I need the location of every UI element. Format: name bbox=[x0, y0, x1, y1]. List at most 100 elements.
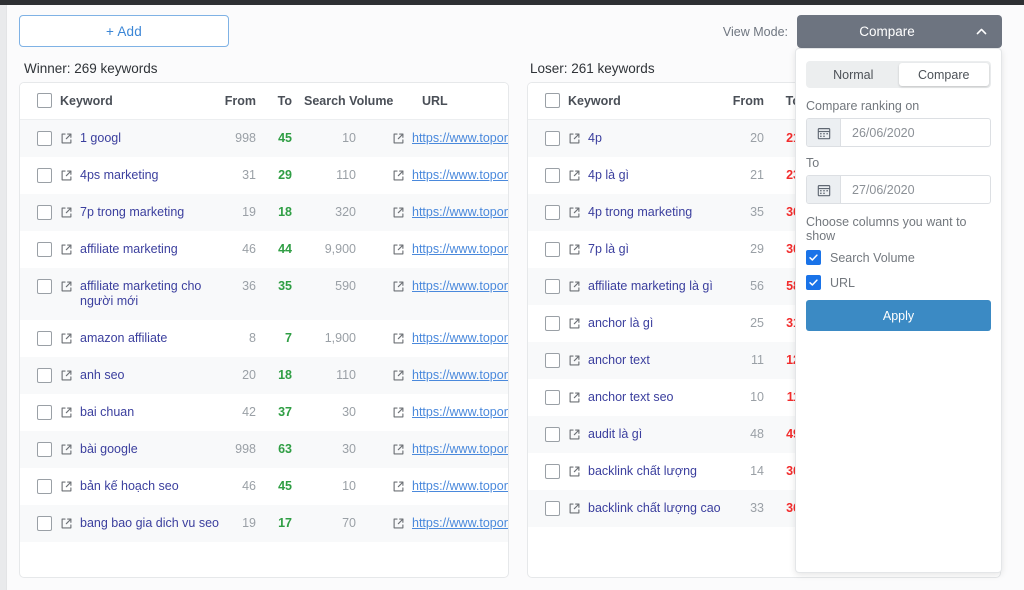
winner-row-checkbox[interactable] bbox=[37, 479, 52, 494]
table-row[interactable]: amazon affiliate871,900https://www.topon… bbox=[20, 320, 509, 357]
loser-row-checkbox[interactable] bbox=[545, 390, 560, 405]
winner-row-checkbox[interactable] bbox=[37, 368, 52, 383]
winner-row-checkbox[interactable] bbox=[37, 516, 52, 531]
winner-row-checkbox[interactable] bbox=[37, 168, 52, 183]
view-mode-dropdown-button[interactable]: Compare bbox=[797, 15, 1002, 48]
keyword-link[interactable]: 1 googl bbox=[80, 131, 121, 146]
winner-col-url[interactable]: URL bbox=[392, 83, 509, 120]
table-row[interactable]: bai chuan423730https://www.toponseek bbox=[20, 394, 509, 431]
to-rank-cell: 17 bbox=[262, 505, 296, 542]
url-link[interactable]: https://www.toponseek bbox=[412, 331, 509, 346]
row-select-cell bbox=[20, 431, 60, 468]
loser-row-checkbox[interactable] bbox=[545, 464, 560, 479]
winner-row-checkbox[interactable] bbox=[37, 131, 52, 146]
winner-col-to[interactable]: To bbox=[262, 83, 296, 120]
keyword-link[interactable]: affiliate marketing bbox=[80, 242, 178, 257]
keyword-link[interactable]: bang bao gia dich vu seo bbox=[80, 516, 219, 531]
winner-col-search-volume[interactable]: Search Volume bbox=[296, 83, 392, 120]
keyword-link[interactable]: anchor text bbox=[588, 353, 650, 368]
winner-row-checkbox[interactable] bbox=[37, 205, 52, 220]
from-rank-cell: 42 bbox=[220, 394, 262, 431]
winner-row-checkbox[interactable] bbox=[37, 331, 52, 346]
winner-select-all-cell bbox=[20, 83, 60, 120]
keyword-link[interactable]: bai chuan bbox=[80, 405, 134, 420]
app-root: + Add View Mode: Compare Winner: 269 key… bbox=[0, 0, 1024, 590]
from-rank-cell: 25 bbox=[728, 305, 770, 342]
compare-from-date-value: 26/06/2020 bbox=[841, 119, 990, 146]
keyword-link[interactable]: anchor là gì bbox=[588, 316, 653, 331]
keyword-link[interactable]: amazon affiliate bbox=[80, 331, 167, 346]
url-checkbox[interactable] bbox=[806, 275, 821, 290]
row-select-cell bbox=[528, 453, 568, 490]
keyword-link[interactable]: affiliate marketing cho người mới bbox=[80, 279, 220, 309]
keyword-link[interactable]: audit là gì bbox=[588, 427, 642, 442]
keyword-link[interactable]: bản kế hoạch seo bbox=[80, 479, 179, 494]
keyword-link[interactable]: 4p trong marketing bbox=[588, 205, 692, 220]
compare-from-date-field[interactable]: 26/06/2020 bbox=[806, 118, 991, 147]
table-row[interactable]: 4ps marketing3129110https://www.toponsee… bbox=[20, 157, 509, 194]
table-row[interactable]: bài google9986330https://www.toponseek bbox=[20, 431, 509, 468]
url-link[interactable]: https://www.toponseek bbox=[412, 442, 509, 457]
winner-row-checkbox[interactable] bbox=[37, 405, 52, 420]
table-row[interactable]: affiliate marketing cho người mới3635590… bbox=[20, 268, 509, 320]
search-volume-checkbox[interactable] bbox=[806, 250, 821, 265]
keyword-link[interactable]: anchor text seo bbox=[588, 390, 673, 405]
loser-row-checkbox[interactable] bbox=[545, 168, 560, 183]
winner-row-checkbox[interactable] bbox=[37, 442, 52, 457]
loser-select-all-checkbox[interactable] bbox=[545, 93, 560, 108]
url-link[interactable]: https://www.toponseek bbox=[412, 168, 509, 183]
table-row[interactable]: bản kế hoạch seo464510https://www.topons… bbox=[20, 468, 509, 505]
keyword-link[interactable]: 4ps marketing bbox=[80, 168, 159, 183]
from-rank-cell: 11 bbox=[728, 342, 770, 379]
keyword-link[interactable]: affiliate marketing là gì bbox=[588, 279, 713, 294]
external-link-icon bbox=[60, 406, 73, 419]
keyword-link[interactable]: anh seo bbox=[80, 368, 124, 383]
winner-table-card: Keyword From To Search Volume URL 1 goog… bbox=[19, 82, 509, 578]
loser-row-checkbox[interactable] bbox=[545, 242, 560, 257]
external-link-icon bbox=[568, 317, 581, 330]
keyword-link[interactable]: backlink chất lượng cao bbox=[588, 501, 721, 516]
table-row[interactable]: affiliate marketing46449,900https://www.… bbox=[20, 231, 509, 268]
loser-row-checkbox[interactable] bbox=[545, 353, 560, 368]
keyword-link[interactable]: 4p là gì bbox=[588, 168, 629, 183]
table-row[interactable]: 1 googl9984510https://www.toponseek bbox=[20, 120, 509, 158]
checkbox-row-search-volume[interactable]: Search Volume bbox=[806, 250, 991, 265]
segment-compare[interactable]: Compare bbox=[899, 63, 990, 86]
url-link[interactable]: https://www.toponseek bbox=[412, 479, 509, 494]
loser-row-checkbox[interactable] bbox=[545, 501, 560, 516]
winner-select-all-checkbox[interactable] bbox=[37, 93, 52, 108]
loser-row-checkbox[interactable] bbox=[545, 131, 560, 146]
keyword-link[interactable]: backlink chất lượng bbox=[588, 464, 697, 479]
loser-row-checkbox[interactable] bbox=[545, 316, 560, 331]
url-link[interactable]: https://www.toponseek bbox=[412, 279, 509, 294]
to-rank-cell: 45 bbox=[262, 468, 296, 505]
table-row[interactable]: bang bao gia dich vu seo191770https://ww… bbox=[20, 505, 509, 542]
external-link-icon bbox=[392, 480, 405, 493]
loser-row-checkbox[interactable] bbox=[545, 427, 560, 442]
loser-row-checkbox[interactable] bbox=[545, 205, 560, 220]
url-link[interactable]: https://www.toponseek bbox=[412, 205, 509, 220]
checkbox-row-url[interactable]: URL bbox=[806, 275, 991, 290]
table-row[interactable]: anh seo2018110https://www.toponseek bbox=[20, 357, 509, 394]
loser-row-checkbox[interactable] bbox=[545, 279, 560, 294]
winner-row-checkbox[interactable] bbox=[37, 279, 52, 294]
loser-col-from[interactable]: From bbox=[728, 83, 770, 120]
winner-col-keyword[interactable]: Keyword bbox=[60, 83, 220, 120]
add-button[interactable]: + Add bbox=[19, 15, 229, 47]
table-row[interactable]: 7p trong marketing1918320https://www.top… bbox=[20, 194, 509, 231]
segment-normal[interactable]: Normal bbox=[808, 63, 899, 86]
url-link[interactable]: https://www.toponseek bbox=[412, 368, 509, 383]
winner-row-checkbox[interactable] bbox=[37, 242, 52, 257]
compare-to-date-field[interactable]: 27/06/2020 bbox=[806, 175, 991, 204]
url-link[interactable]: https://www.toponseek bbox=[412, 516, 509, 531]
keyword-link[interactable]: 7p trong marketing bbox=[80, 205, 184, 220]
url-link[interactable]: https://www.toponseek bbox=[412, 405, 509, 420]
loser-col-keyword[interactable]: Keyword bbox=[568, 83, 728, 120]
keyword-link[interactable]: 7p là gì bbox=[588, 242, 629, 257]
winner-col-from[interactable]: From bbox=[220, 83, 262, 120]
url-link[interactable]: https://www.toponseek bbox=[412, 131, 509, 146]
url-link[interactable]: https://www.toponseek bbox=[412, 242, 509, 257]
apply-button[interactable]: Apply bbox=[806, 300, 991, 331]
keyword-link[interactable]: bài google bbox=[80, 442, 138, 457]
keyword-link[interactable]: 4p bbox=[588, 131, 602, 146]
